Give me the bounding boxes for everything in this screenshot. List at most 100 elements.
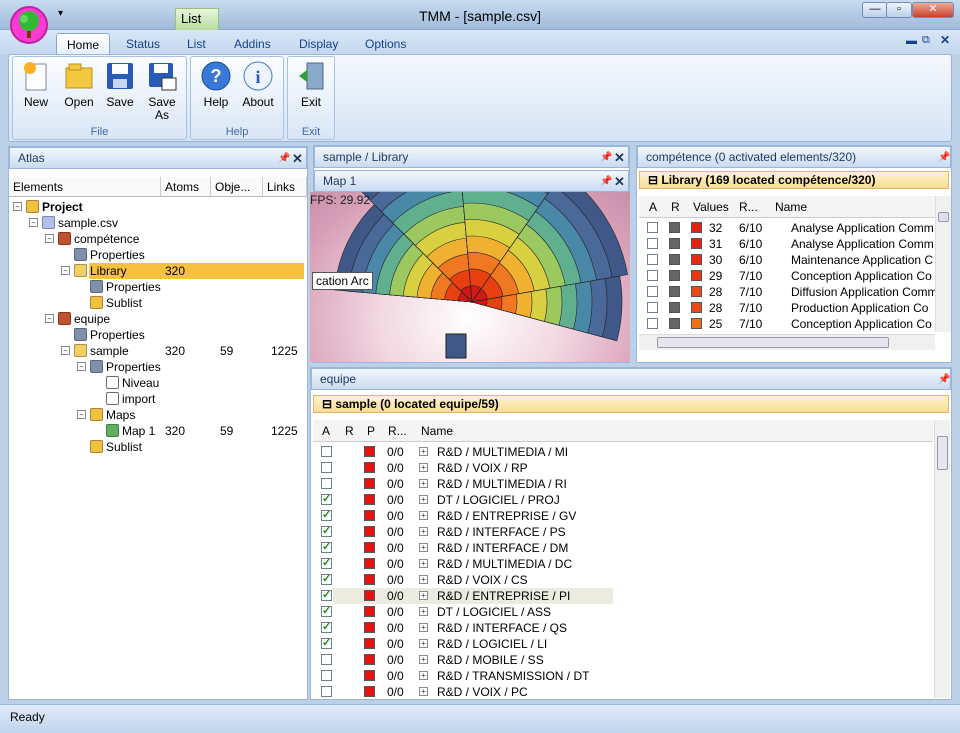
activate-checkbox[interactable] bbox=[321, 556, 332, 569]
table-row[interactable]: 30 6/10 Maintenance Application C bbox=[639, 252, 939, 268]
activate-checkbox[interactable] bbox=[647, 286, 658, 297]
pin-icon[interactable]: 📌 bbox=[938, 152, 950, 163]
tab-options[interactable]: Options bbox=[355, 33, 416, 55]
table-row[interactable]: 0/0 + R&D / VOIX / PC bbox=[313, 684, 933, 700]
activate-checkbox[interactable] bbox=[321, 670, 332, 681]
tab-home[interactable]: Home bbox=[56, 33, 111, 55]
col-rank[interactable]: R... bbox=[739, 200, 758, 214]
activate-checkbox[interactable] bbox=[647, 222, 658, 233]
table-row[interactable]: 0/0 + R&D / INTERFACE / DM bbox=[313, 540, 933, 556]
table-row[interactable]: 0/0 + R&D / MULTIMEDIA / RI bbox=[313, 476, 933, 492]
expand-toggle-icon[interactable]: + bbox=[419, 559, 428, 568]
column-atoms[interactable]: Atoms bbox=[161, 177, 211, 197]
activate-checkbox[interactable] bbox=[321, 492, 332, 505]
tab-addins[interactable]: Addins bbox=[224, 33, 281, 55]
new-button[interactable]: New bbox=[20, 60, 52, 109]
table-row[interactable]: 28 7/10 Diffusion Application Comm bbox=[639, 284, 939, 300]
collapse-toggle-icon[interactable]: − bbox=[45, 234, 54, 243]
tree-node[interactable]: − Library 320 bbox=[9, 263, 304, 279]
col-r[interactable]: R bbox=[671, 200, 680, 214]
expand-toggle-icon[interactable]: + bbox=[419, 463, 428, 472]
expand-toggle-icon[interactable]: + bbox=[419, 607, 428, 616]
tree-node[interactable]: − Maps bbox=[9, 407, 304, 423]
tab-status[interactable]: Status bbox=[116, 33, 170, 55]
table-row[interactable]: 29 7/10 Conception Application Co bbox=[639, 268, 939, 284]
tree-node[interactable]: Properties bbox=[9, 279, 304, 295]
tree-node[interactable]: import bbox=[9, 391, 304, 407]
table-row[interactable]: 0/0 + R&D / INTERFACE / PS bbox=[313, 524, 933, 540]
activate-checkbox[interactable] bbox=[321, 446, 332, 457]
activate-checkbox[interactable] bbox=[647, 270, 658, 281]
activate-checkbox[interactable] bbox=[321, 686, 332, 697]
collapse-icon[interactable]: ⊟ bbox=[322, 397, 335, 411]
table-row[interactable]: 0/0 + R&D / MULTIMEDIA / DC bbox=[313, 556, 933, 572]
activate-checkbox[interactable] bbox=[321, 588, 332, 601]
table-row[interactable]: 0/0 + R&D / MOBILE / SS bbox=[313, 652, 933, 668]
activate-checkbox[interactable] bbox=[321, 620, 332, 633]
collapse-toggle-icon[interactable]: − bbox=[45, 314, 54, 323]
collapse-toggle-icon[interactable]: − bbox=[77, 362, 86, 371]
activate-checkbox[interactable] bbox=[321, 572, 332, 585]
col-a[interactable]: A bbox=[649, 200, 657, 214]
activate-checkbox[interactable] bbox=[321, 654, 332, 665]
table-row[interactable]: 31 6/10 Analyse Application Comm bbox=[639, 236, 939, 252]
tab-list[interactable]: List bbox=[177, 33, 216, 55]
expand-toggle-icon[interactable]: + bbox=[419, 575, 428, 584]
col-name[interactable]: Name bbox=[421, 424, 453, 438]
expand-toggle-icon[interactable]: + bbox=[419, 543, 428, 552]
expand-toggle-icon[interactable]: + bbox=[419, 479, 428, 488]
column-links[interactable]: Links bbox=[263, 177, 307, 197]
collapse-toggle-icon[interactable]: − bbox=[29, 218, 38, 227]
collapse-toggle-icon[interactable]: − bbox=[77, 410, 86, 419]
close-icon[interactable]: ✕ bbox=[614, 174, 625, 190]
pin-icon[interactable]: 📌 bbox=[600, 152, 612, 163]
about-button[interactable]: i About bbox=[240, 60, 276, 109]
tree-node[interactable]: Sublist bbox=[9, 295, 304, 311]
map-canvas[interactable]: FPS: 29.92 cation Arc bbox=[310, 136, 630, 362]
expand-toggle-icon[interactable]: + bbox=[419, 591, 428, 600]
scroll-thumb[interactable] bbox=[937, 436, 948, 470]
col-r[interactable]: R bbox=[345, 424, 354, 438]
expand-toggle-icon[interactable]: + bbox=[419, 655, 428, 664]
table-row[interactable]: 0/0 + R&D / MULTIMEDIA / MI bbox=[313, 444, 933, 460]
table-row[interactable]: 0/0 + DT / LOGICIEL / ASS bbox=[313, 604, 933, 620]
pin-icon[interactable]: 📌 bbox=[600, 176, 612, 187]
table-row[interactable]: 25 7/10 Conception Application Co bbox=[639, 316, 939, 332]
collapse-toggle-icon[interactable]: − bbox=[61, 266, 70, 275]
expand-toggle-icon[interactable]: + bbox=[419, 687, 428, 696]
tree-node[interactable]: Properties bbox=[9, 247, 304, 263]
mdi-restore-icon[interactable]: ⧉ bbox=[922, 34, 930, 47]
table-row[interactable]: 0/0 + R&D / INTERFACE / QS bbox=[313, 620, 933, 636]
col-name[interactable]: Name bbox=[775, 200, 807, 214]
save-as-button[interactable]: Save As bbox=[145, 60, 179, 122]
tree-node[interactable]: Properties bbox=[9, 327, 304, 343]
col-values[interactable]: Values bbox=[693, 200, 729, 214]
scroll-thumb[interactable] bbox=[938, 212, 949, 222]
activate-checkbox[interactable] bbox=[321, 524, 332, 537]
table-row[interactable]: 32 6/10 Analyse Application Comm bbox=[639, 220, 939, 236]
collapse-toggle-icon[interactable]: − bbox=[61, 346, 70, 355]
expand-toggle-icon[interactable]: + bbox=[419, 639, 428, 648]
expand-toggle-icon[interactable]: + bbox=[419, 623, 428, 632]
minimize-button[interactable]: — bbox=[862, 2, 888, 18]
pin-icon[interactable]: 📌 bbox=[278, 153, 290, 164]
equipe-vscroll[interactable] bbox=[934, 420, 950, 698]
tree-node[interactable]: − Project bbox=[9, 199, 304, 215]
expand-toggle-icon[interactable]: + bbox=[419, 511, 428, 520]
tree-node[interactable]: − sample 320 59 1225 bbox=[9, 343, 304, 359]
activate-checkbox[interactable] bbox=[321, 508, 332, 521]
collapse-icon[interactable]: ⊟ bbox=[648, 173, 661, 187]
activate-checkbox[interactable] bbox=[647, 254, 658, 265]
table-row[interactable]: 0/0 + R&D / ENTREPRISE / GV bbox=[313, 508, 933, 524]
table-row[interactable]: 0/0 + R&D / ENTREPRISE / PI bbox=[313, 588, 933, 604]
expand-toggle-icon[interactable]: + bbox=[419, 527, 428, 536]
table-row[interactable]: 0/0 + R&D / VOIX / CS bbox=[313, 572, 933, 588]
help-button[interactable]: ? Help bbox=[200, 60, 232, 109]
open-button[interactable]: Open bbox=[62, 60, 96, 109]
activate-checkbox[interactable] bbox=[321, 636, 332, 649]
close-icon[interactable]: ✕ bbox=[614, 150, 625, 166]
exit-button[interactable]: Exit bbox=[295, 60, 327, 109]
activate-checkbox[interactable] bbox=[647, 318, 658, 329]
tree-node[interactable]: − Properties bbox=[9, 359, 304, 375]
expand-toggle-icon[interactable]: + bbox=[419, 671, 428, 680]
